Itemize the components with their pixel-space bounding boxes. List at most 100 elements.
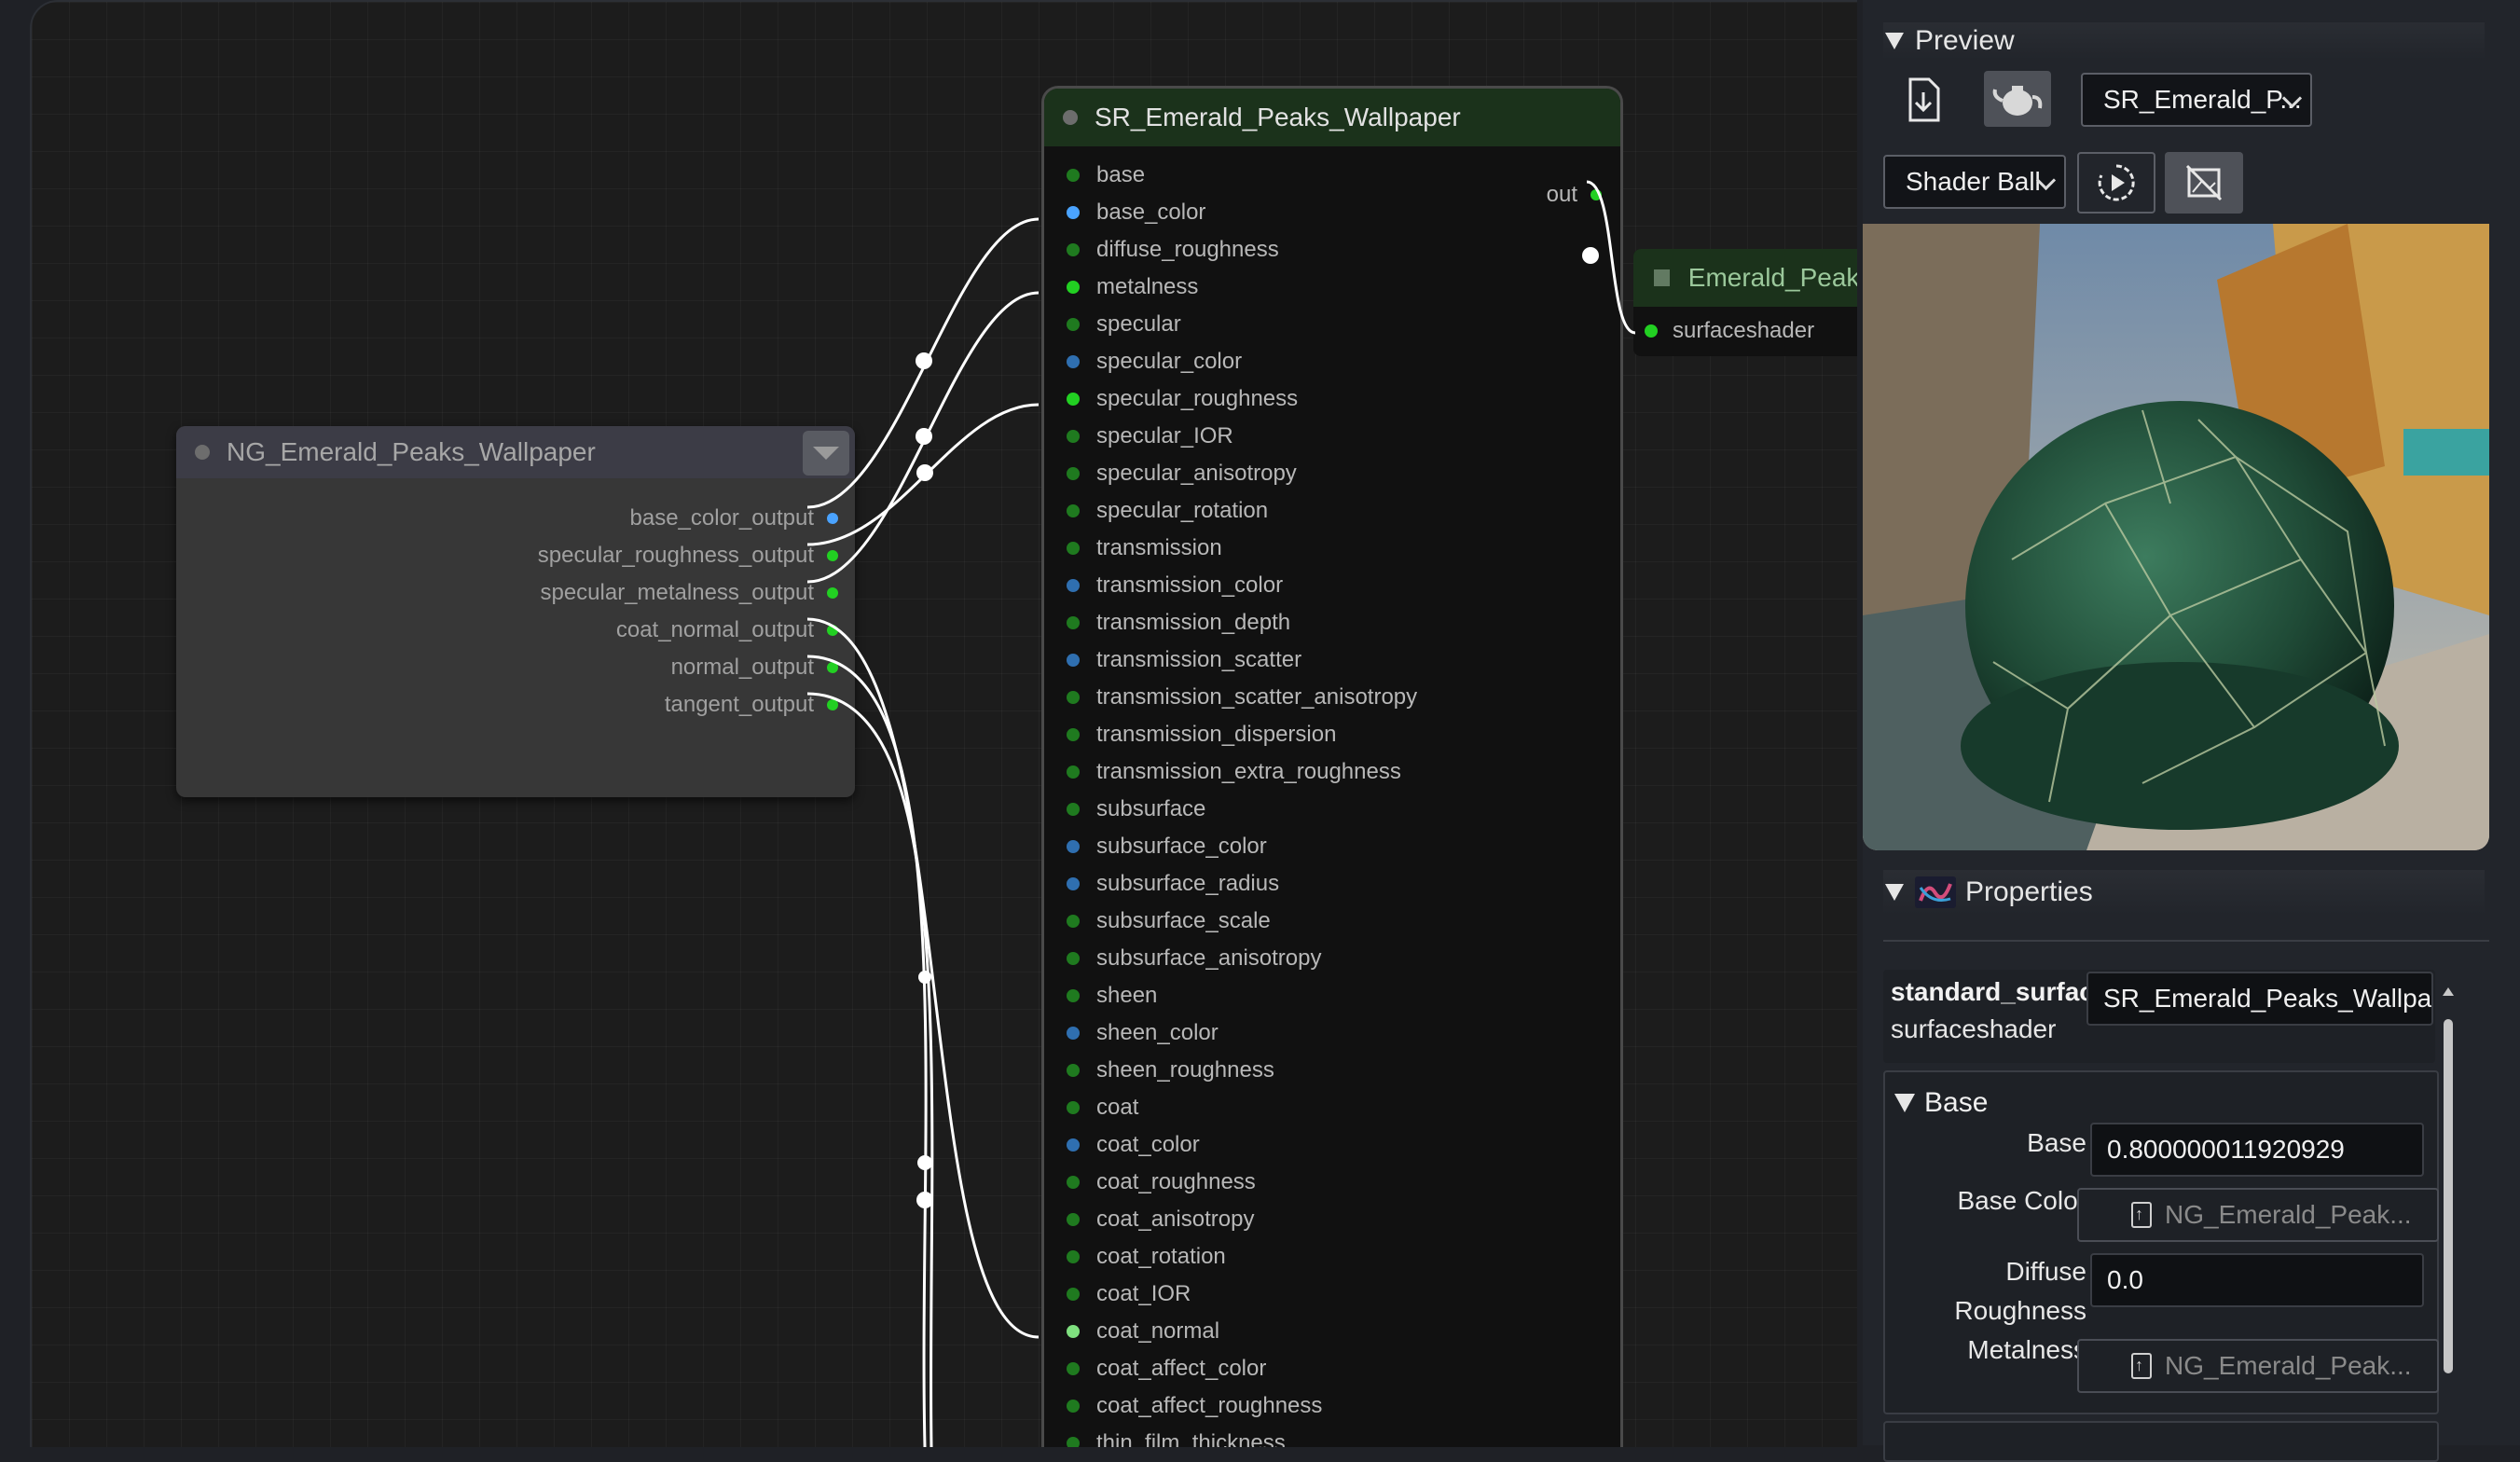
port-dot[interactable]	[1067, 430, 1080, 443]
input-port[interactable]: specular_IOR	[1067, 422, 1233, 450]
node-name-field[interactable]: SR_Emerald_Peaks_Wallpa	[2086, 972, 2433, 1026]
scroll-up-arrow[interactable]	[2443, 987, 2454, 996]
port-dot[interactable]	[1067, 1027, 1080, 1040]
output-port[interactable]: normal_output	[671, 654, 838, 682]
save-image-button[interactable]	[1886, 71, 1961, 131]
input-port[interactable]: surfaceshader	[1645, 318, 1814, 344]
port-dot[interactable]	[1590, 189, 1602, 200]
port-dot[interactable]	[1067, 1362, 1080, 1375]
port-dot[interactable]	[827, 513, 838, 524]
input-port[interactable]: base	[1067, 161, 1145, 189]
input-port[interactable]: coat_affect_roughness	[1067, 1392, 1322, 1420]
input-port[interactable]: transmission_color	[1067, 572, 1283, 600]
nodegraph-node[interactable]: NG_Emerald_Peaks_Wallpaper base_color_ou…	[176, 426, 855, 797]
port-dot[interactable]	[827, 587, 838, 599]
material-select[interactable]: SR_Emerald_P...	[2081, 73, 2312, 127]
port-dot[interactable]	[1067, 840, 1080, 853]
properties-scrollbar[interactable]	[2441, 984, 2456, 1445]
input-port[interactable]: metalness	[1067, 273, 1198, 301]
port-dot[interactable]	[1067, 1064, 1080, 1077]
port-dot[interactable]	[1067, 1101, 1080, 1114]
input-port[interactable]: specular_roughness	[1067, 385, 1298, 413]
input-port[interactable]: coat_affect_color	[1067, 1355, 1266, 1383]
input-port[interactable]: transmission_dispersion	[1067, 721, 1336, 749]
port-dot[interactable]	[1067, 281, 1080, 294]
port-dot[interactable]	[827, 550, 838, 561]
input-port[interactable]: specular_anisotropy	[1067, 460, 1297, 488]
input-port[interactable]: subsurface_radius	[1067, 870, 1279, 898]
input-port[interactable]: subsurface_color	[1067, 833, 1267, 861]
port-dot[interactable]	[1067, 318, 1080, 331]
material-preview-render[interactable]	[1863, 224, 2489, 850]
scrollbar-thumb[interactable]	[2444, 1019, 2453, 1373]
input-port[interactable]: sheen	[1067, 982, 1157, 1010]
render-refresh-button[interactable]	[2077, 152, 2155, 214]
port-dot[interactable]	[1067, 393, 1080, 406]
port-dot[interactable]	[1067, 765, 1080, 779]
port-dot[interactable]	[827, 662, 838, 673]
node-graph-canvas[interactable]: NG_Emerald_Peaks_Wallpaper base_color_ou…	[30, 0, 1857, 1447]
port-dot[interactable]	[1067, 952, 1080, 965]
port-dot[interactable]	[1067, 803, 1080, 816]
input-port[interactable]: subsurface	[1067, 795, 1205, 823]
port-dot[interactable]	[1067, 1437, 1080, 1447]
input-port[interactable]: coat_IOR	[1067, 1280, 1191, 1308]
diffuse-roughness-field[interactable]: 0.0	[2090, 1253, 2424, 1307]
input-port[interactable]: specular_color	[1067, 348, 1242, 376]
port-dot[interactable]	[827, 699, 838, 710]
input-port[interactable]: specular_rotation	[1067, 497, 1268, 525]
input-port[interactable]: transmission_depth	[1067, 609, 1290, 637]
node-header[interactable]: NG_Emerald_Peaks_Wallpaper	[176, 426, 855, 478]
metalness-reference-field[interactable]: NG_Emerald_Peak...	[2077, 1339, 2439, 1393]
input-port[interactable]: coat_anisotropy	[1067, 1206, 1254, 1234]
port-dot[interactable]	[1067, 579, 1080, 592]
collapse-button[interactable]	[803, 431, 849, 476]
base-group-header[interactable]: Base	[1893, 1087, 1988, 1119]
node-header[interactable]: SR_Emerald_Peaks_Wallpaper	[1044, 89, 1620, 146]
input-port[interactable]: specular	[1067, 310, 1181, 338]
input-port[interactable]: coat_color	[1067, 1131, 1200, 1159]
port-dot[interactable]	[1067, 1288, 1080, 1301]
output-port[interactable]: tangent_output	[665, 691, 838, 719]
output-port[interactable]: specular_roughness_output	[538, 542, 838, 570]
port-dot[interactable]	[1067, 1400, 1080, 1413]
properties-section-header[interactable]: Properties	[1883, 870, 2485, 915]
port-dot[interactable]	[1067, 915, 1080, 928]
input-port[interactable]: sheen_color	[1067, 1019, 1219, 1047]
input-port[interactable]: coat_normal	[1067, 1317, 1219, 1345]
input-port[interactable]: subsurface_scale	[1067, 907, 1271, 935]
port-dot[interactable]	[1067, 1213, 1080, 1226]
base-value-field[interactable]: 0.800000011920929	[2090, 1123, 2424, 1177]
output-port[interactable]: base_color_output	[630, 504, 838, 532]
input-port[interactable]: coat_roughness	[1067, 1168, 1256, 1196]
base-color-reference-field[interactable]: NG_Emerald_Peak...	[2077, 1188, 2439, 1242]
port-dot[interactable]	[1645, 324, 1658, 338]
port-dot[interactable]	[1067, 1250, 1080, 1263]
output-port[interactable]: out	[1547, 182, 1602, 208]
port-dot[interactable]	[1067, 169, 1080, 182]
input-port[interactable]: thin_film_thickness	[1067, 1429, 1286, 1447]
port-dot[interactable]	[1067, 206, 1080, 219]
node-header[interactable]: Emerald_Peaks_	[1633, 249, 1857, 307]
geometry-select[interactable]: Shader Ball	[1883, 155, 2066, 209]
input-port[interactable]: transmission_scatter	[1067, 646, 1301, 674]
port-dot[interactable]	[1067, 877, 1080, 890]
port-dot[interactable]	[1067, 504, 1080, 517]
material-node[interactable]: Emerald_Peaks_ surfaceshader	[1633, 249, 1857, 356]
input-port[interactable]: coat	[1067, 1094, 1138, 1122]
port-dot[interactable]	[827, 625, 838, 636]
port-dot[interactable]	[1067, 1138, 1080, 1152]
port-dot[interactable]	[1067, 1325, 1080, 1338]
port-dot[interactable]	[1067, 691, 1080, 704]
input-port[interactable]: diffuse_roughness	[1067, 236, 1279, 264]
output-port[interactable]: specular_metalness_output	[540, 579, 838, 607]
input-port[interactable]: base_color	[1067, 199, 1205, 227]
port-dot[interactable]	[1067, 616, 1080, 629]
port-dot[interactable]	[1067, 654, 1080, 667]
port-dot[interactable]	[1067, 989, 1080, 1002]
toggle-background-button[interactable]	[2165, 152, 2243, 214]
input-port[interactable]: transmission_scatter_anisotropy	[1067, 683, 1417, 711]
input-port[interactable]: transmission	[1067, 534, 1222, 562]
shader-node[interactable]: SR_Emerald_Peaks_Wallpaper out base base_…	[1041, 86, 1623, 1447]
preview-section-header[interactable]: Preview	[1883, 22, 2485, 60]
